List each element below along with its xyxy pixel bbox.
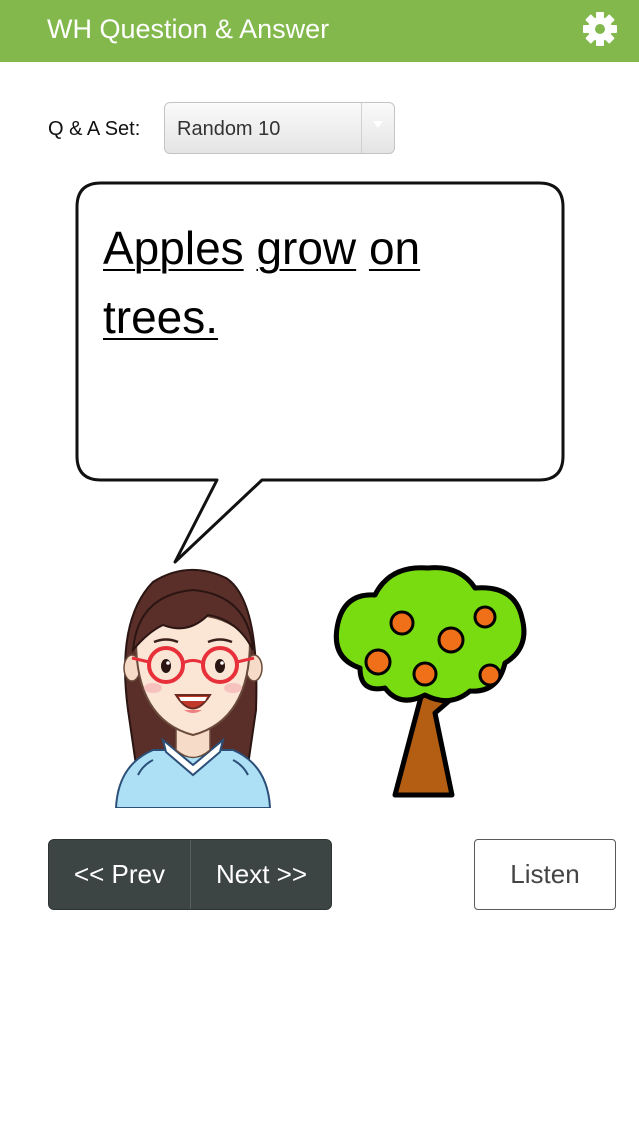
qa-set-label: Q & A Set: <box>48 118 141 140</box>
listen-button[interactable]: Listen <box>474 839 616 910</box>
chevron-down-icon <box>373 121 383 128</box>
word-3[interactable]: on <box>369 222 420 274</box>
girl-illustration <box>114 568 272 808</box>
apple-tree-illustration <box>333 565 527 798</box>
word-2[interactable]: grow <box>256 222 356 274</box>
select-divider <box>361 103 362 153</box>
qa-set-select[interactable]: Random 10 <box>164 102 395 154</box>
word-1[interactable]: Apples <box>103 222 244 274</box>
app-header: WH Question & Answer <box>0 0 639 62</box>
nav-button-group: << Prev Next >> <box>48 839 332 910</box>
gear-icon[interactable] <box>582 11 618 47</box>
word-4[interactable]: trees. <box>103 291 218 343</box>
app-title: WH Question & Answer <box>47 14 330 44</box>
prev-button[interactable]: << Prev <box>49 840 190 909</box>
sentence-text: Apples grow on trees. <box>103 214 523 352</box>
qa-set-selected-value: Random 10 <box>177 118 281 140</box>
next-button[interactable]: Next >> <box>191 840 331 909</box>
